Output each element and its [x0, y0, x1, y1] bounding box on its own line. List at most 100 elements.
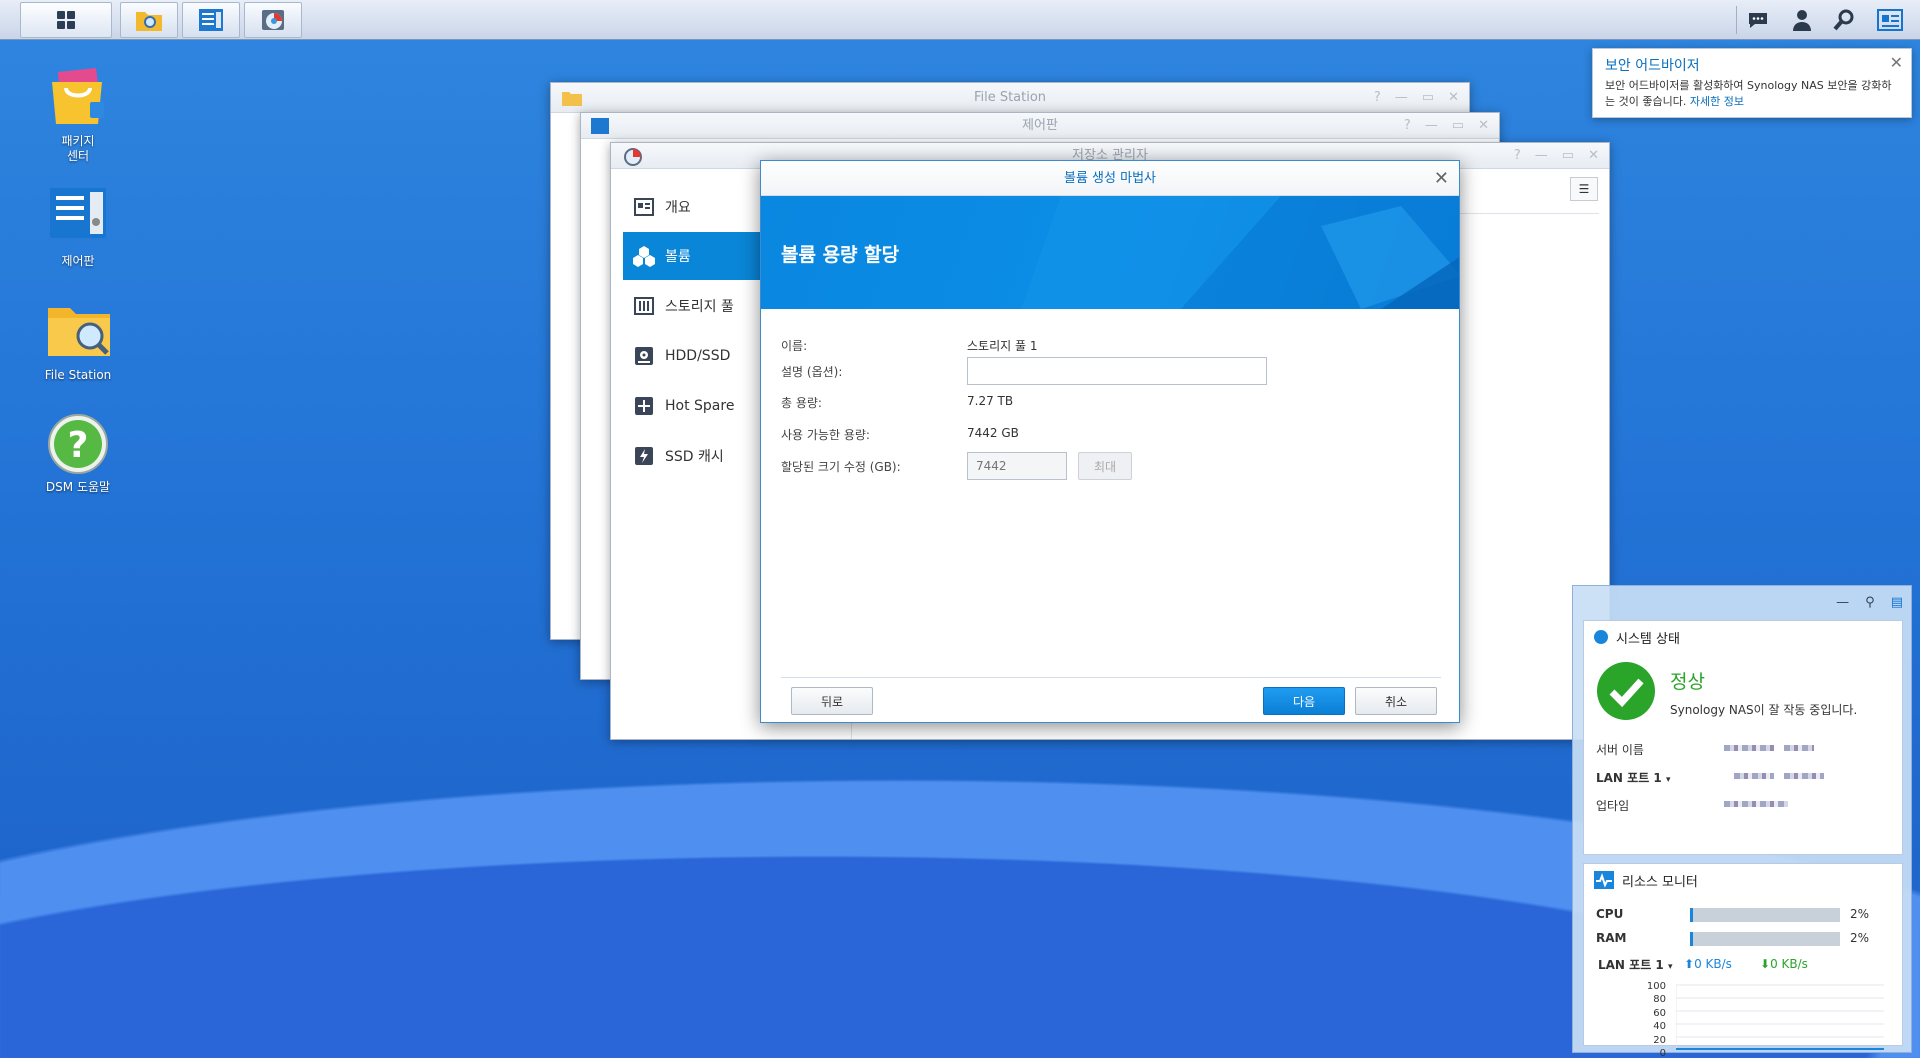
y-tick: 20 [1653, 1034, 1666, 1046]
search-button[interactable] [1826, 4, 1862, 36]
maximize-icon[interactable]: ▭ [1562, 143, 1574, 169]
sidebar-item-label: 볼륨 [665, 249, 691, 265]
desktop-icon-label: 제어판 [61, 254, 95, 268]
close-icon[interactable]: ✕ [1448, 83, 1459, 113]
lan-port-dropdown[interactable]: LAN 포트 1 ▾ [1598, 956, 1672, 973]
ram-label: RAM [1596, 931, 1627, 945]
lan-port-dropdown[interactable]: LAN 포트 1 ▾ [1596, 769, 1670, 786]
arrow-down-icon: ⬇ [1760, 957, 1771, 971]
redacted-value [1724, 745, 1774, 751]
y-tick: 100 [1646, 981, 1666, 992]
wizard-heading: 볼륨 용량 할당 [781, 244, 900, 266]
upload-rate: ⬆0 KB/s [1684, 957, 1732, 971]
y-tick: 40 [1653, 1021, 1666, 1033]
taskbar-control-panel[interactable] [182, 2, 240, 38]
help-icon[interactable]: ? [1374, 83, 1381, 113]
sidebar-item-storage-pool[interactable]: 스토리지 풀 [623, 282, 771, 330]
sort-button[interactable]: ☰ [1570, 177, 1598, 201]
volume-wizard-dialog[interactable]: 볼륨 생성 마법사 ✕ 볼륨 용량 할당 이름: 스토리지 풀 1 설명 (옵션… [760, 160, 1460, 723]
hot-spare-icon [635, 397, 653, 415]
window-titlebar[interactable]: File Station ? — ▭ ✕ [551, 83, 1469, 113]
security-advisor-notification[interactable]: 보안 어드바이저 보안 어드바이저를 활성화하여 Synology NAS 보안… [1592, 48, 1912, 118]
pin-icon[interactable]: ⚲ [1865, 590, 1875, 616]
download-value: 0 KB/s [1770, 957, 1808, 971]
ram-usage-bar [1690, 932, 1840, 946]
minimize-icon[interactable]: — [1836, 590, 1849, 616]
widgets-button[interactable] [1872, 4, 1908, 36]
desktop-icon-file-station[interactable]: File Station [23, 300, 133, 383]
storage-manager-icon [262, 10, 284, 30]
cpu-usage-fill [1690, 908, 1693, 922]
close-icon[interactable]: ✕ [1434, 161, 1449, 196]
back-button[interactable]: 뒤로 [791, 687, 873, 715]
status-message: Synology NAS이 잘 작동 중입니다. [1670, 703, 1858, 717]
lan-port-label: LAN 포트 1 [1598, 958, 1664, 972]
widget-panel: — ⚲ ▤ 시스템 상태 정상 Synology NAS이 잘 작동 중입니다.… [1572, 585, 1912, 1058]
y-tick: 60 [1653, 1007, 1666, 1019]
volume-icon [633, 246, 655, 267]
user-icon [1793, 10, 1811, 31]
redacted-value [1734, 773, 1774, 779]
sidebar-item-label: Hot Spare [665, 398, 735, 414]
maximize-icon[interactable]: ▭ [1452, 113, 1464, 139]
cancel-button[interactable]: 취소 [1355, 687, 1437, 715]
resource-monitor-widget: 리소스 모니터 CPU 2% RAM 2% LAN 포트 1 ▾ ⬆0 KB/s… [1583, 863, 1903, 1058]
redacted-value [1784, 773, 1824, 779]
minimize-icon[interactable]: — [1425, 113, 1438, 139]
name-label: 이름: [781, 339, 808, 353]
ssd-cache-icon [635, 447, 653, 465]
network-chart [1676, 984, 1884, 1050]
wizard-banner: 볼륨 용량 할당 [761, 196, 1459, 309]
uptime-label: 업타임 [1596, 799, 1630, 813]
sidebar-item-volume[interactable]: 볼륨 [623, 232, 771, 280]
allocated-size-input[interactable] [967, 452, 1067, 480]
taskbar-storage-manager[interactable] [244, 2, 302, 38]
search-icon [1833, 9, 1854, 31]
close-icon[interactable]: ✕ [1478, 113, 1489, 139]
dialog-titlebar[interactable]: 볼륨 생성 마법사 ✕ [761, 161, 1459, 196]
widget-settings-icon[interactable]: ▤ [1891, 590, 1903, 616]
sort-icon: ☰ [1578, 182, 1590, 196]
maximize-icon[interactable]: ▭ [1422, 83, 1434, 113]
window-title: 제어판 [1022, 118, 1058, 133]
ram-value: 2% [1850, 931, 1870, 945]
folder-icon [562, 92, 582, 106]
user-button[interactable] [1784, 4, 1820, 36]
sidebar-item-overview[interactable]: 개요 [623, 183, 771, 231]
close-icon[interactable]: ✕ [1890, 53, 1903, 72]
minimize-icon[interactable]: — [1395, 83, 1408, 113]
desktop-icon-dsm-help[interactable]: ? DSM 도움말 [23, 412, 133, 495]
next-button[interactable]: 다음 [1263, 687, 1345, 715]
more-info-link[interactable]: 자세한 정보 [1690, 95, 1744, 108]
desktop-icon-package-center[interactable]: 패키지 센터 [23, 66, 133, 164]
main-menu-button[interactable] [20, 2, 112, 38]
notification-title: 보안 어드바이저 [1605, 58, 1700, 74]
server-name-label: 서버 이름 [1596, 743, 1644, 757]
available-capacity-value: 7442 GB [967, 426, 1019, 440]
folder-search-icon [48, 308, 110, 356]
desktop-icon-control-panel[interactable]: 제어판 [23, 186, 133, 269]
sidebar-item-label: 스토리지 풀 [665, 299, 734, 315]
help-icon[interactable]: ? [1514, 143, 1521, 169]
description-label: 설명 (옵션): [781, 365, 843, 379]
taskbar-file-station[interactable] [120, 2, 178, 38]
sidebar-item-hdd-ssd[interactable]: HDD/SSD [623, 332, 771, 380]
close-icon[interactable]: ✕ [1588, 143, 1599, 169]
sidebar-item-hot-spare[interactable]: Hot Spare [623, 382, 771, 430]
help-icon[interactable]: ? [1404, 113, 1411, 139]
name-value: 스토리지 풀 1 [967, 339, 1038, 353]
window-title: File Station [973, 90, 1047, 105]
max-button[interactable]: 최대 [1078, 452, 1132, 480]
window-titlebar[interactable]: 제어판 ? — ▭ ✕ [581, 113, 1499, 139]
control-panel-icon [591, 118, 609, 134]
minimize-icon[interactable]: — [1535, 143, 1548, 169]
widgets-icon [1877, 9, 1903, 31]
widget-title: 리소스 모니터 [1622, 874, 1698, 890]
description-input[interactable] [967, 357, 1267, 385]
redacted-value [1784, 745, 1814, 751]
chat-button[interactable] [1740, 4, 1776, 36]
desktop-icon-label: DSM 도움말 [45, 480, 111, 494]
desktop-icon-label: File Station [44, 368, 112, 382]
ram-usage-fill [1690, 932, 1693, 946]
sidebar-item-ssd-cache[interactable]: SSD 캐시 [623, 432, 771, 480]
